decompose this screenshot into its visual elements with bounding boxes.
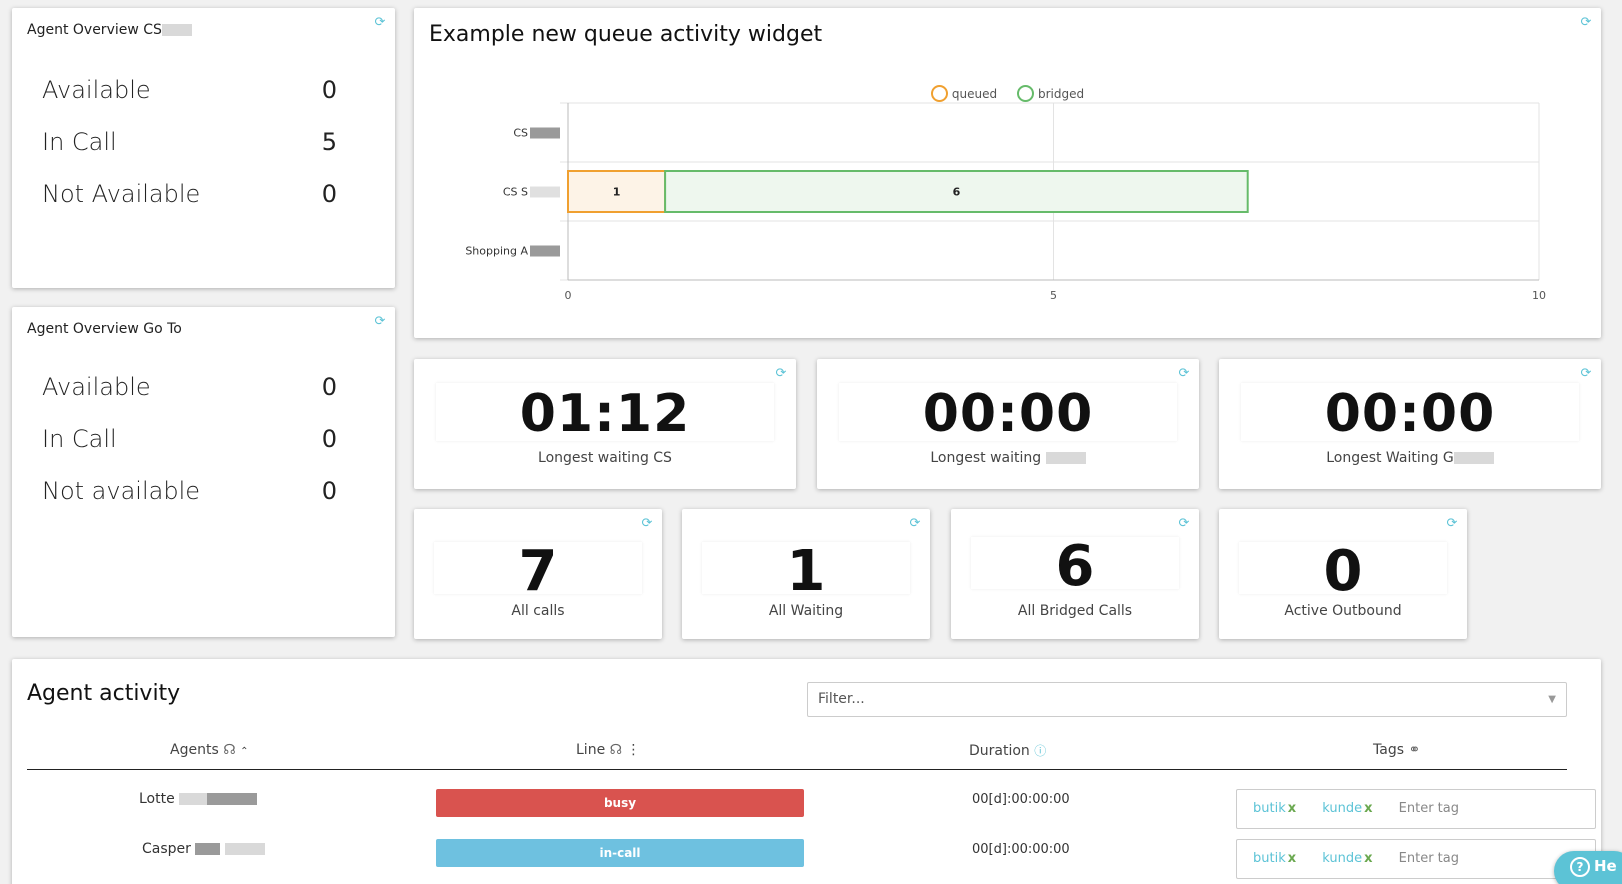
y-category-label: Shopping A xyxy=(465,245,528,258)
counter-box: 1 xyxy=(702,542,910,602)
refresh-icon[interactable]: ⟳ xyxy=(1177,367,1191,381)
refresh-icon[interactable]: ⟳ xyxy=(774,367,788,381)
tag-input[interactable]: butik x kunde x Enter tag xyxy=(1236,789,1596,829)
tag-chip[interactable]: kunde x xyxy=(1322,851,1372,866)
counter-label: All Bridged Calls xyxy=(1017,603,1133,619)
overview-row-in-call: In Call 5 xyxy=(42,128,337,156)
help-icon: ? xyxy=(1570,857,1590,877)
timer-tile-3: ⟳ 00:00 Longest Waiting G xyxy=(1219,359,1601,489)
queue-bar-chart: 0 5 10 CS CS S Shopping A 1 6 xyxy=(465,102,1546,302)
sort-asc-icon[interactable]: ⌃ xyxy=(240,746,248,757)
timer-label: Longest Waiting G xyxy=(1219,450,1601,466)
refresh-icon[interactable]: ⟳ xyxy=(1445,517,1459,531)
status-busy: busy xyxy=(436,789,804,817)
counter-label: All Waiting xyxy=(768,603,844,619)
timer-value: 00:00 xyxy=(922,384,1094,444)
timer-box: 01:12 xyxy=(436,383,774,444)
headset-icon: ☊ xyxy=(609,742,623,758)
redacted-label-block xyxy=(530,186,560,198)
overview-row-available: Available 0 xyxy=(42,373,337,401)
redacted-label-block xyxy=(530,127,560,139)
timer-value: 00:00 xyxy=(1324,384,1496,444)
counter-label: All calls xyxy=(511,603,565,619)
vertical-dots-icon[interactable]: ⋮ xyxy=(627,742,641,758)
tag-icon: ⚭ xyxy=(1408,742,1421,758)
card-title: Agent Overview CS xyxy=(27,22,192,38)
filter-select[interactable]: Filter... ▼ xyxy=(807,682,1567,717)
column-header-tags: Tags ⚭ xyxy=(1373,742,1421,758)
refresh-icon[interactable]: ⟳ xyxy=(640,517,654,531)
refresh-icon[interactable]: ⟳ xyxy=(373,16,387,30)
bar-data-label: 6 xyxy=(953,186,961,199)
tag-chip[interactable]: kunde x xyxy=(1322,801,1372,816)
tag-placeholder: Enter tag xyxy=(1398,851,1459,866)
info-icon[interactable]: ⓘ xyxy=(1034,744,1046,758)
tag-chip[interactable]: butik x xyxy=(1253,801,1296,816)
timer-label: Longest waiting xyxy=(817,450,1199,466)
counter-box: 7 xyxy=(434,542,642,602)
counter-value: 7 xyxy=(518,539,558,604)
counter-tile-outbound: ⟳ 0 Active Outbound xyxy=(1219,509,1467,639)
section-title: Agent activity xyxy=(27,681,181,706)
refresh-icon[interactable]: ⟳ xyxy=(1177,517,1191,531)
remove-tag-icon[interactable]: x xyxy=(1288,801,1296,816)
refresh-icon[interactable]: ⟳ xyxy=(1579,367,1593,381)
overview-row-not-available: Not Available 0 xyxy=(42,180,337,208)
counter-box: 6 xyxy=(971,537,1179,597)
overview-row-in-call: In Call 0 xyxy=(42,425,337,453)
counter-value: 6 xyxy=(1055,534,1095,599)
remove-tag-icon[interactable]: x xyxy=(1288,851,1296,866)
counter-value: 0 xyxy=(1323,539,1363,604)
column-header-agents[interactable]: Agents ☊ ⌃ xyxy=(170,742,248,758)
duration-value: 00[d]:00:00:00 xyxy=(972,842,1070,857)
y-category-label: CS xyxy=(513,127,528,140)
refresh-icon[interactable]: ⟳ xyxy=(908,517,922,531)
agent-name: Lotte xyxy=(139,791,258,807)
remove-tag-icon[interactable]: x xyxy=(1364,801,1372,816)
bar-data-label: 1 xyxy=(613,186,621,199)
x-tick-label: 5 xyxy=(1050,289,1057,302)
timer-box: 00:00 xyxy=(1241,383,1579,444)
timer-tile-2: ⟳ 00:00 Longest waiting xyxy=(817,359,1199,489)
overview-row-not-available: Not available 0 xyxy=(42,477,337,505)
redacted-label-block xyxy=(530,245,560,257)
x-tick-label: 0 xyxy=(565,289,572,302)
agent-overview-cs-card: ⟳ Agent Overview CS Available 0 In Call 5 … xyxy=(12,8,395,288)
agent-overview-go-card: ⟳ Agent Overview Go To Available 0 In Cal… xyxy=(12,307,395,637)
headset-icon: ☊ xyxy=(223,742,236,758)
header-divider xyxy=(27,769,1567,770)
y-category-label: CS S xyxy=(503,186,528,199)
agent-activity-card: Agent activity Filter... ▼ Agents ☊ ⌃ Li… xyxy=(12,659,1601,884)
status-in-call: in-call xyxy=(436,839,804,867)
timer-label: Longest waiting CS xyxy=(538,450,672,466)
duration-value: 00[d]:00:00:00 xyxy=(972,792,1070,807)
agent-name: Casper xyxy=(142,841,265,857)
column-header-line[interactable]: Line ☊ ⋮ xyxy=(576,742,641,758)
chevron-down-icon: ▼ xyxy=(1548,694,1556,705)
timer-value: 01:12 xyxy=(519,384,691,444)
counter-value: 1 xyxy=(786,539,826,604)
timer-box: 00:00 xyxy=(839,383,1177,444)
overview-row-available: Available 0 xyxy=(42,76,337,104)
remove-tag-icon[interactable]: x xyxy=(1364,851,1372,866)
column-header-duration: Duration ⓘ xyxy=(969,743,1047,759)
counter-label: Active Outbound xyxy=(1284,603,1402,619)
counter-tile-all-calls: ⟳ 7 All calls xyxy=(414,509,662,639)
tag-chip[interactable]: butik x xyxy=(1253,851,1296,866)
tag-input[interactable]: butik x kunde x Enter tag xyxy=(1236,839,1596,879)
card-title: Agent Overview Go To xyxy=(27,321,182,337)
help-button[interactable]: ? He xyxy=(1554,851,1622,884)
queue-activity-widget: ⟳ Example new queue activity widget queu… xyxy=(414,8,1601,338)
refresh-icon[interactable]: ⟳ xyxy=(373,315,387,329)
counter-box: 0 xyxy=(1239,542,1447,602)
tag-placeholder: Enter tag xyxy=(1398,801,1459,816)
x-tick-label: 10 xyxy=(1532,289,1546,302)
counter-tile-all-waiting: ⟳ 1 All Waiting xyxy=(682,509,930,639)
counter-tile-bridged: ⟳ 6 All Bridged Calls xyxy=(951,509,1199,639)
timer-tile-cs: ⟳ 01:12 Longest waiting CS xyxy=(414,359,796,489)
